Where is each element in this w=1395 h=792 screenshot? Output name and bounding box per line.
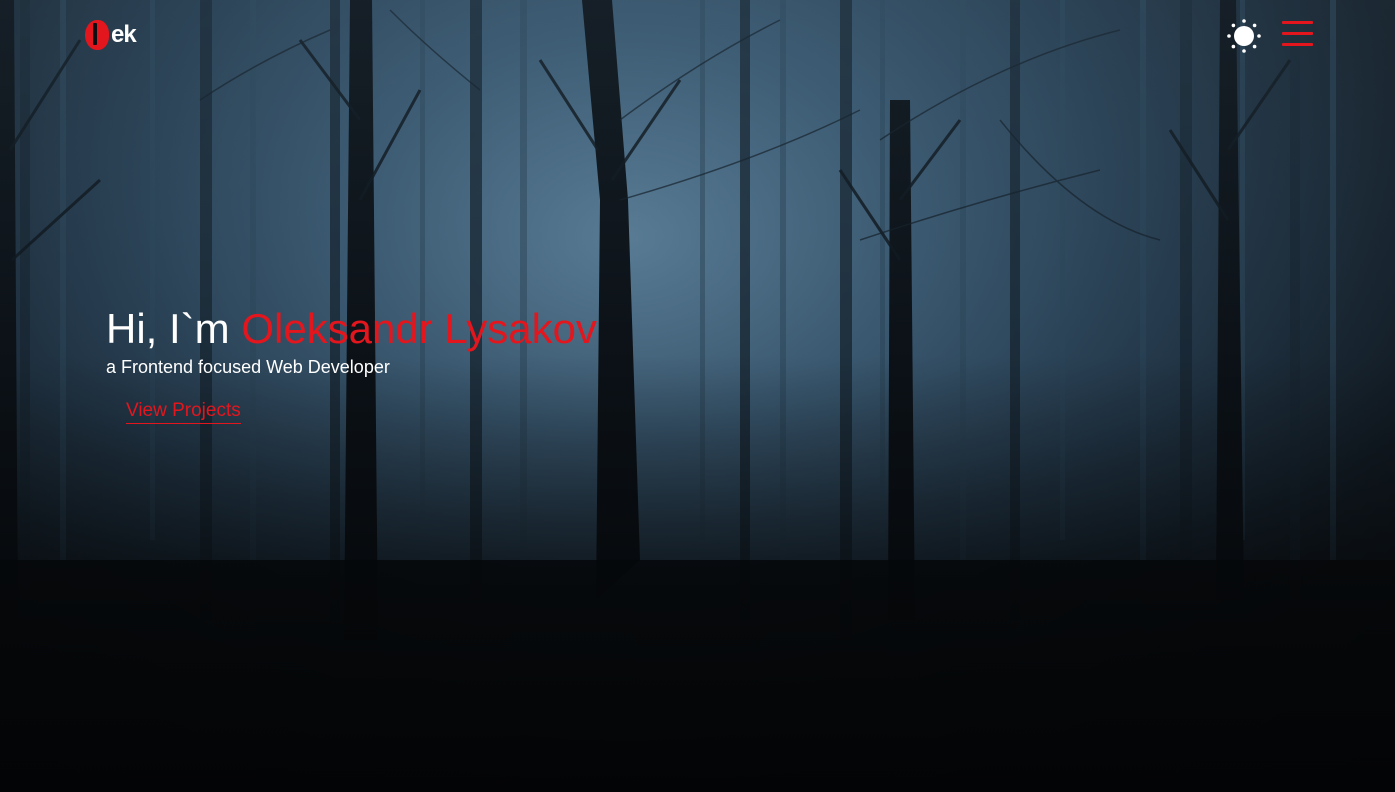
hamburger-menu-icon (1282, 21, 1313, 24)
sun-icon (1227, 19, 1261, 53)
theme-toggle-button[interactable] (1226, 18, 1262, 54)
greeting-text: Hi, I`m (106, 305, 230, 352)
view-projects-link[interactable]: View Projects (126, 400, 241, 424)
hero-tagline: a Frontend focused Web Developer (106, 357, 390, 377)
site-logo[interactable]: ek (85, 19, 137, 51)
fog-overlay (0, 0, 1395, 792)
menu-button[interactable] (1282, 20, 1313, 48)
hero-headline: Hi, I`m Oleksandr Lysakov (106, 302, 597, 356)
intro-block: Hi, I`m Oleksandr Lysakov a Frontend foc… (106, 302, 597, 378)
logo-text: ek (111, 21, 137, 48)
developer-name: Oleksandr Lysakov (241, 305, 597, 352)
hero-section: ek Hi, I`m Oleksandr Lysakov a Frontend … (0, 0, 1395, 792)
logo-mark-icon (85, 20, 109, 50)
